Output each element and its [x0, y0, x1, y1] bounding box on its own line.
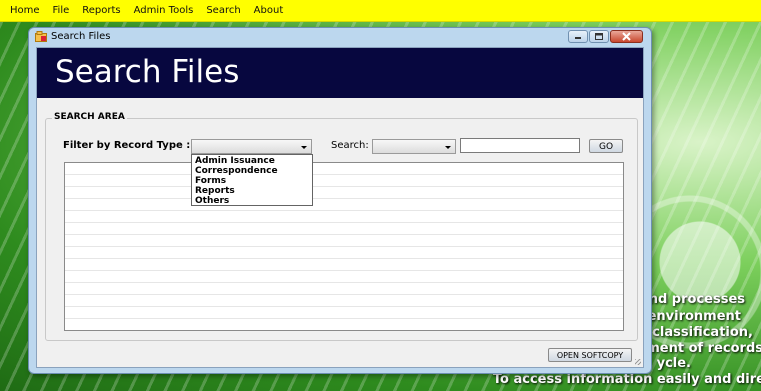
- window-title: Search Files: [51, 31, 111, 42]
- dropdown-option-admin-issuance[interactable]: Admin Issuance: [192, 156, 312, 166]
- close-button[interactable]: [610, 30, 643, 43]
- filter-record-type-label: Filter by Record Type :: [63, 140, 191, 151]
- background-text-line: , classification,: [642, 325, 753, 340]
- search-input[interactable]: [460, 138, 580, 153]
- menu-home[interactable]: Home: [10, 5, 40, 16]
- header-banner: Search Files: [37, 48, 643, 98]
- background-text-line: To access information easily and dire: [492, 372, 761, 387]
- minimize-button[interactable]: [568, 30, 588, 43]
- window-titlebar[interactable]: Search Files: [29, 28, 651, 46]
- menu-about[interactable]: About: [254, 5, 284, 16]
- maximize-button[interactable]: [589, 30, 609, 43]
- menu-bar: Home File Reports Admin Tools Search Abo…: [0, 0, 761, 22]
- minimize-icon: [575, 37, 581, 39]
- dropdown-option-others[interactable]: Others: [192, 196, 312, 206]
- menu-search[interactable]: Search: [206, 5, 240, 16]
- background-text-line: ycle.: [656, 356, 691, 371]
- background-text-line: and processes: [639, 292, 745, 307]
- menu-admin-tools[interactable]: Admin Tools: [134, 5, 194, 16]
- close-icon: [622, 32, 631, 41]
- window-client-area: Search Files SEARCH AREA Filter by Recor…: [36, 47, 644, 368]
- page-title: Search Files: [55, 54, 240, 90]
- background-text-line: environment: [647, 309, 741, 324]
- record-type-dropdown-list: Admin Issuance Correspondence Forms Repo…: [191, 154, 313, 206]
- resize-grip[interactable]: [635, 359, 641, 365]
- maximize-icon: [595, 33, 603, 40]
- record-type-combo[interactable]: [191, 139, 312, 154]
- dropdown-option-reports[interactable]: Reports: [192, 186, 312, 196]
- chevron-down-icon: [445, 146, 451, 149]
- search-field-combo[interactable]: [372, 139, 456, 154]
- app-icon: [35, 31, 47, 42]
- background-text-line: ement of records: [637, 341, 761, 356]
- dropdown-option-correspondence[interactable]: Correspondence: [192, 166, 312, 176]
- dropdown-option-forms[interactable]: Forms: [192, 176, 312, 186]
- go-button[interactable]: GO: [589, 139, 623, 153]
- results-grid[interactable]: [64, 162, 624, 331]
- search-label: Search:: [331, 140, 369, 151]
- chevron-down-icon: [301, 146, 307, 149]
- search-area-group: SEARCH AREA Filter by Record Type : Sear…: [45, 112, 638, 341]
- menu-file[interactable]: File: [53, 5, 70, 16]
- open-softcopy-button[interactable]: OPEN SOFTCOPY: [548, 348, 632, 362]
- search-files-window: Search Files Search Files SEARCH AREA Fi…: [28, 27, 652, 374]
- menu-reports[interactable]: Reports: [82, 5, 120, 16]
- search-area-legend: SEARCH AREA: [52, 112, 127, 122]
